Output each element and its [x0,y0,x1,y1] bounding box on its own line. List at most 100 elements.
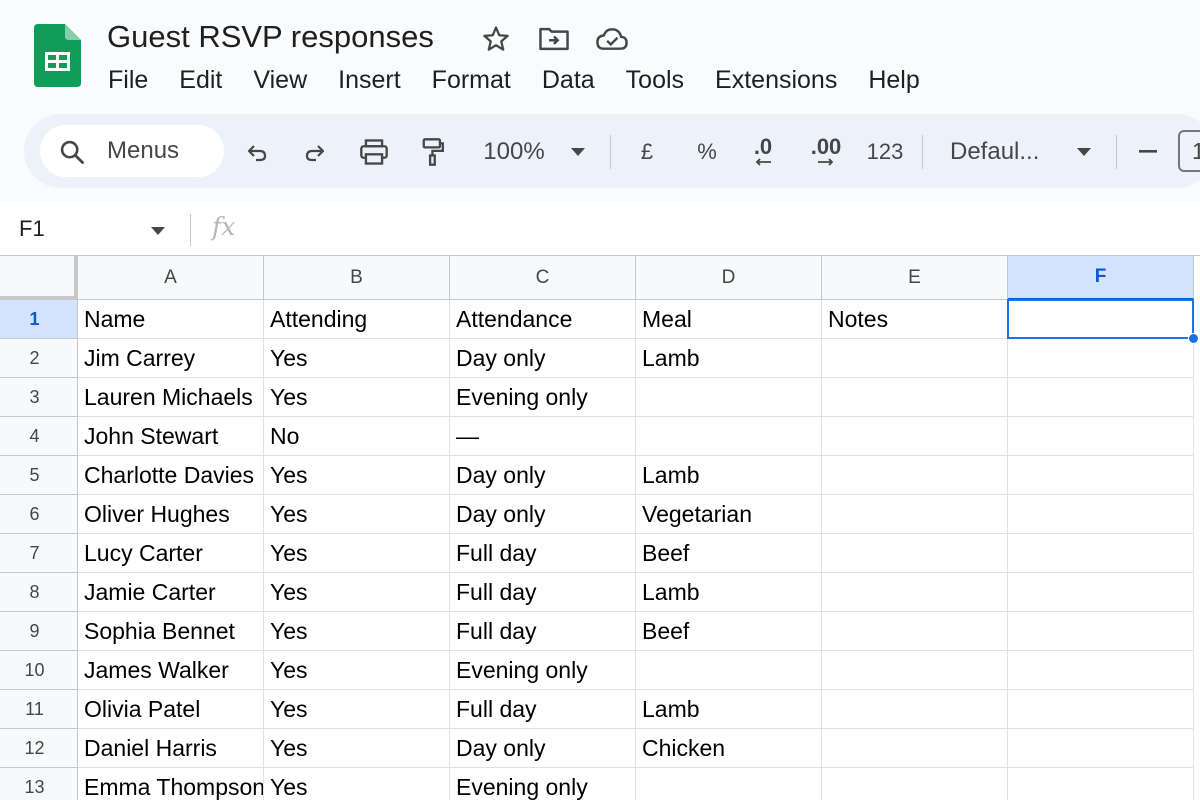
cell-a13[interactable]: Emma Thompson [78,768,264,800]
row-header[interactable]: 4 [0,417,78,456]
cell-b3[interactable]: Yes [264,378,450,417]
cell-e8[interactable] [822,573,1008,612]
cell-d7[interactable]: Beef [636,534,822,573]
cell-b7[interactable]: Yes [264,534,450,573]
cell-c8[interactable]: Full day [450,573,636,612]
format-percent-button[interactable]: % [692,135,722,169]
zoom-dropdown-arrow-icon[interactable] [564,135,592,169]
cell-d8[interactable]: Lamb [636,573,822,612]
cell-a12[interactable]: Daniel Harris [78,729,264,768]
row-header[interactable]: 8 [0,573,78,612]
cell-a10[interactable]: James Walker [78,651,264,690]
cell-a9[interactable]: Sophia Bennet [78,612,264,651]
cell-b2[interactable]: Yes [264,339,450,378]
cell-e9[interactable] [822,612,1008,651]
cell-f4[interactable] [1008,417,1194,456]
cell-a6[interactable]: Oliver Hughes [78,495,264,534]
cell-d2[interactable]: Lamb [636,339,822,378]
menu-search-box[interactable]: Menus [40,125,224,177]
cell-a8[interactable]: Jamie Carter [78,573,264,612]
cell-f11[interactable] [1008,690,1194,729]
column-header-b[interactable]: B [264,256,450,300]
cell-f9[interactable] [1008,612,1194,651]
cell-c2[interactable]: Day only [450,339,636,378]
cell-d12[interactable]: Chicken [636,729,822,768]
row-header[interactable]: 12 [0,729,78,768]
row-header[interactable]: 5 [0,456,78,495]
cell-b9[interactable]: Yes [264,612,450,651]
cell-a4[interactable]: John Stewart [78,417,264,456]
cell-e4[interactable] [822,417,1008,456]
menu-insert[interactable]: Insert [338,63,401,97]
column-header-f[interactable]: F [1008,256,1194,300]
format-currency-button[interactable]: £ [634,135,660,169]
cell-e5[interactable] [822,456,1008,495]
column-header-d[interactable]: D [636,256,822,300]
cell-f5[interactable] [1008,456,1194,495]
name-box-dropdown-icon[interactable] [151,222,165,240]
cell-e3[interactable] [822,378,1008,417]
cell-a2[interactable]: Jim Carrey [78,339,264,378]
cell-b12[interactable]: Yes [264,729,450,768]
menu-file[interactable]: File [108,63,148,97]
menu-tools[interactable]: Tools [626,63,684,97]
row-header[interactable]: 13 [0,768,78,800]
cell-a5[interactable]: Charlotte Davies [78,456,264,495]
redo-icon[interactable] [300,135,330,169]
row-header[interactable]: 3 [0,378,78,417]
cell-b4[interactable]: No [264,417,450,456]
decrease-decimal-button[interactable]: .0 [746,135,780,169]
row-header[interactable]: 9 [0,612,78,651]
cell-d1[interactable]: Meal [636,300,822,339]
cell-f7[interactable] [1008,534,1194,573]
cell-a3[interactable]: Lauren Michaels [78,378,264,417]
menu-help[interactable]: Help [868,63,919,97]
cell-c12[interactable]: Day only [450,729,636,768]
cell-c10[interactable]: Evening only [450,651,636,690]
cell-f6[interactable] [1008,495,1194,534]
cell-e10[interactable] [822,651,1008,690]
row-header[interactable]: 7 [0,534,78,573]
sheets-logo-icon[interactable] [34,24,81,87]
menu-format[interactable]: Format [432,63,511,97]
row-header[interactable]: 1 [0,300,78,339]
cell-b5[interactable]: Yes [264,456,450,495]
name-box[interactable]: F1 [19,214,45,244]
cell-d3[interactable] [636,378,822,417]
cell-d6[interactable]: Vegetarian [636,495,822,534]
cell-b6[interactable]: Yes [264,495,450,534]
print-icon[interactable] [357,135,391,169]
cell-d11[interactable]: Lamb [636,690,822,729]
cell-f10[interactable] [1008,651,1194,690]
cell-f13[interactable] [1008,768,1194,800]
menu-data[interactable]: Data [542,63,595,97]
cell-c9[interactable]: Full day [450,612,636,651]
cell-c5[interactable]: Day only [450,456,636,495]
cell-c6[interactable]: Day only [450,495,636,534]
cell-b13[interactable]: Yes [264,768,450,800]
cell-b8[interactable]: Yes [264,573,450,612]
undo-icon[interactable] [242,135,272,169]
column-header-c[interactable]: C [450,256,636,300]
cell-f3[interactable] [1008,378,1194,417]
paint-format-icon[interactable] [418,135,448,169]
cell-b10[interactable]: Yes [264,651,450,690]
cell-c1[interactable]: Attendance [450,300,636,339]
cell-a11[interactable]: Olivia Patel [78,690,264,729]
zoom-select[interactable]: 100% [476,135,552,169]
cell-f2[interactable] [1008,339,1194,378]
cell-e11[interactable] [822,690,1008,729]
select-all-corner[interactable] [0,256,78,300]
menu-extensions[interactable]: Extensions [715,63,837,97]
cell-e1[interactable]: Notes [822,300,1008,339]
font-family-select[interactable]: Defaul... [950,135,1050,169]
font-dropdown-arrow-icon[interactable] [1070,135,1098,169]
cloud-status-icon[interactable] [594,22,630,56]
menu-edit[interactable]: Edit [179,63,222,97]
cell-c13[interactable]: Evening only [450,768,636,800]
active-cell-outline[interactable] [1007,299,1194,339]
row-header[interactable]: 2 [0,339,78,378]
cell-d9[interactable]: Beef [636,612,822,651]
cell-e12[interactable] [822,729,1008,768]
column-header-a[interactable]: A [78,256,264,300]
